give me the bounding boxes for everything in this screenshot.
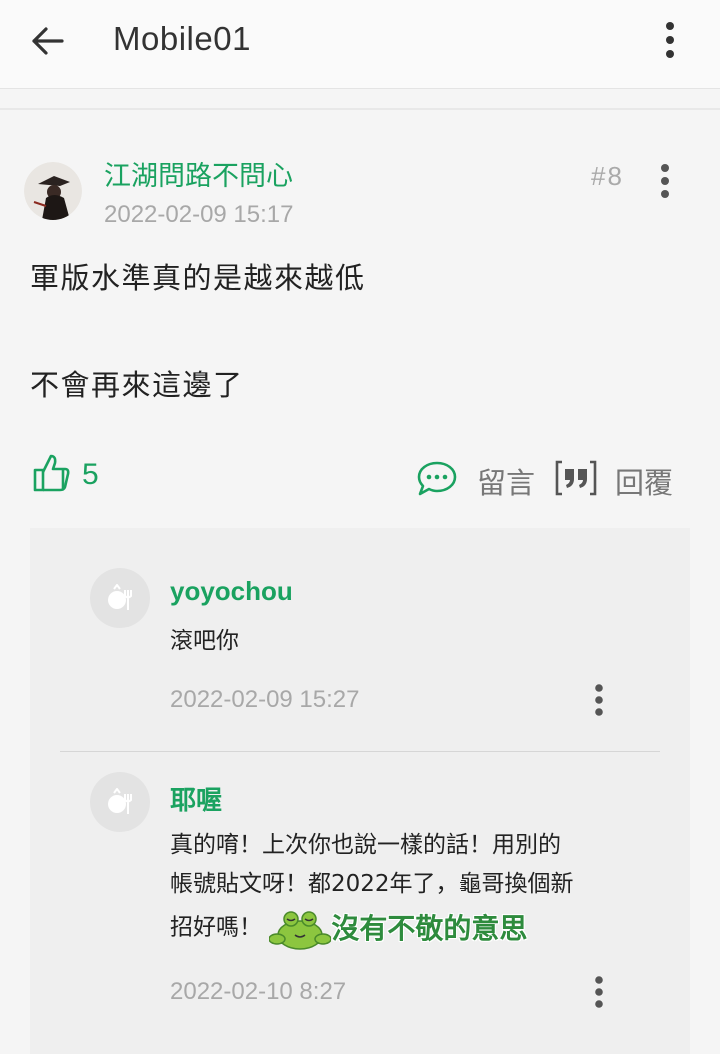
comment-text-line: 真的唷！上次你也說一樣的話！用別的	[170, 832, 561, 858]
top-app-bar: Mobile01	[0, 0, 720, 89]
back-arrow-icon[interactable]	[30, 24, 66, 58]
comment-avatar[interactable]	[90, 568, 150, 628]
thumbs-up-icon[interactable]	[32, 452, 72, 494]
chat-bubble-icon[interactable]	[416, 460, 458, 498]
more-vert-icon[interactable]	[655, 20, 685, 60]
sticker-caption: 沒有不敬的意思	[331, 911, 528, 945]
comment-text: 滾吧你	[170, 628, 239, 654]
post-timestamp: 2022-02-09 15:17	[104, 201, 294, 228]
comment-timestamp: 2022-02-10 8:27	[170, 978, 347, 1005]
reply-button-label[interactable]: 回覆	[615, 460, 673, 502]
comment-button-label[interactable]: 留言	[477, 460, 535, 502]
author-avatar[interactable]	[24, 162, 82, 220]
comment-text-line: 帳號貼文呀！都2022年了，龜哥換個新	[170, 871, 574, 897]
floor-number: #8	[591, 161, 624, 191]
comment-divider	[60, 751, 660, 752]
divider	[0, 108, 720, 110]
like-count: 5	[82, 458, 99, 491]
post-more-vert-icon[interactable]	[652, 162, 678, 200]
comment-author[interactable]: 耶喔	[170, 780, 222, 817]
frog-sticker-icon	[268, 905, 333, 951]
user-placeholder-icon	[108, 584, 132, 610]
quote-icon[interactable]	[554, 459, 598, 497]
comment-avatar[interactable]	[90, 772, 150, 832]
app-title: Mobile01	[113, 20, 251, 57]
post-body-line: 不會再來這邊了	[30, 368, 244, 402]
comment-more-vert-icon[interactable]	[586, 682, 612, 718]
comment-text-last-line: 招好嗎！ 沒有不敬的意思	[170, 905, 527, 951]
user-placeholder-icon	[108, 788, 132, 814]
post-body-line: 軍版水準真的是越來越低	[30, 261, 366, 295]
comment-text-line: 招好嗎！	[170, 914, 262, 941]
comment-timestamp: 2022-02-09 15:27	[170, 686, 360, 713]
comment-author[interactable]: yoyochou	[170, 576, 293, 607]
post-author-name[interactable]: 江湖問路不問心	[104, 154, 293, 193]
comment-more-vert-icon[interactable]	[586, 974, 612, 1010]
